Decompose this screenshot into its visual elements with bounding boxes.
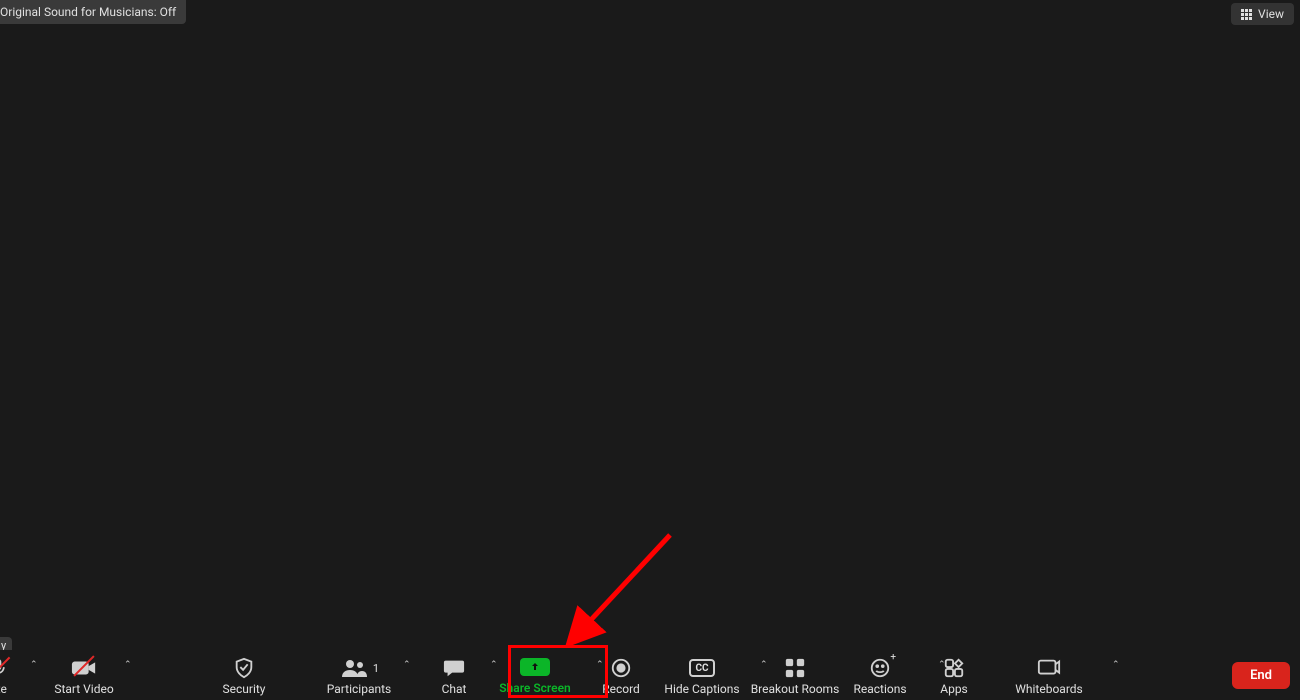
reactions-button[interactable]: + Reactions <box>845 650 915 700</box>
chat-icon <box>443 656 465 680</box>
mute-caret-icon[interactable]: ⌃ <box>30 660 38 670</box>
whiteboards-button[interactable]: Whiteboards <box>1009 650 1089 700</box>
participants-button[interactable]: 1 Participants <box>319 650 399 700</box>
hide-captions-button[interactable]: CC Hide Captions <box>659 650 745 700</box>
chat-label: Chat <box>442 682 467 696</box>
annotation-arrow-icon <box>555 525 685 655</box>
share-screen-label: Share Screen <box>499 681 571 695</box>
security-label: Security <box>223 682 266 696</box>
mute-label: ute <box>0 682 7 696</box>
meeting-toolbar: ute ⌃ Start Video ⌃ Security <box>0 650 1300 700</box>
start-video-button[interactable]: Start Video <box>44 650 124 700</box>
participants-label: Participants <box>327 682 391 696</box>
end-label: End <box>1250 668 1272 683</box>
share-screen-button[interactable]: Share Screen <box>495 650 575 700</box>
participants-count: 1 <box>373 662 379 675</box>
breakout-label: Breakout Rooms <box>751 682 840 696</box>
record-label: Record <box>602 682 640 696</box>
video-icon <box>71 656 97 680</box>
closed-captions-icon: CC <box>689 656 715 680</box>
apps-label: Apps <box>940 682 968 696</box>
mute-button[interactable]: ute <box>0 650 22 700</box>
record-icon <box>610 656 632 680</box>
view-label: View <box>1258 7 1284 21</box>
share-screen-icon <box>520 655 550 679</box>
plus-icon: + <box>890 652 896 663</box>
original-sound-toggle[interactable]: Original Sound for Musicians: Off <box>0 0 186 24</box>
whiteboards-caret-icon[interactable]: ⌃ <box>1112 660 1120 670</box>
participants-icon: 1 <box>339 656 379 680</box>
end-button[interactable]: End <box>1232 662 1290 689</box>
security-button[interactable]: Security <box>209 650 279 700</box>
participants-caret-icon[interactable]: ⌃ <box>403 660 411 670</box>
microphone-icon <box>0 656 8 680</box>
reactions-icon: + <box>869 656 891 680</box>
whiteboards-icon <box>1037 656 1061 680</box>
original-sound-label: Original Sound for Musicians: Off <box>0 5 176 19</box>
whiteboards-label: Whiteboards <box>1015 682 1083 696</box>
view-button[interactable]: View <box>1231 3 1294 25</box>
breakout-rooms-icon <box>784 656 806 680</box>
apps-button[interactable]: Apps <box>929 650 979 700</box>
top-bar: Original Sound for Musicians: Off View <box>0 0 1300 26</box>
reactions-label: Reactions <box>853 682 906 696</box>
breakout-rooms-button[interactable]: Breakout Rooms <box>745 650 845 700</box>
hide-captions-label: Hide Captions <box>664 682 739 696</box>
shield-icon <box>233 656 255 680</box>
video-caret-icon[interactable]: ⌃ <box>124 660 132 670</box>
apps-icon <box>943 656 965 680</box>
chat-button[interactable]: Chat <box>429 650 479 700</box>
grid-icon <box>1241 9 1252 20</box>
record-button[interactable]: Record <box>591 650 651 700</box>
start-video-label: Start Video <box>54 682 113 696</box>
